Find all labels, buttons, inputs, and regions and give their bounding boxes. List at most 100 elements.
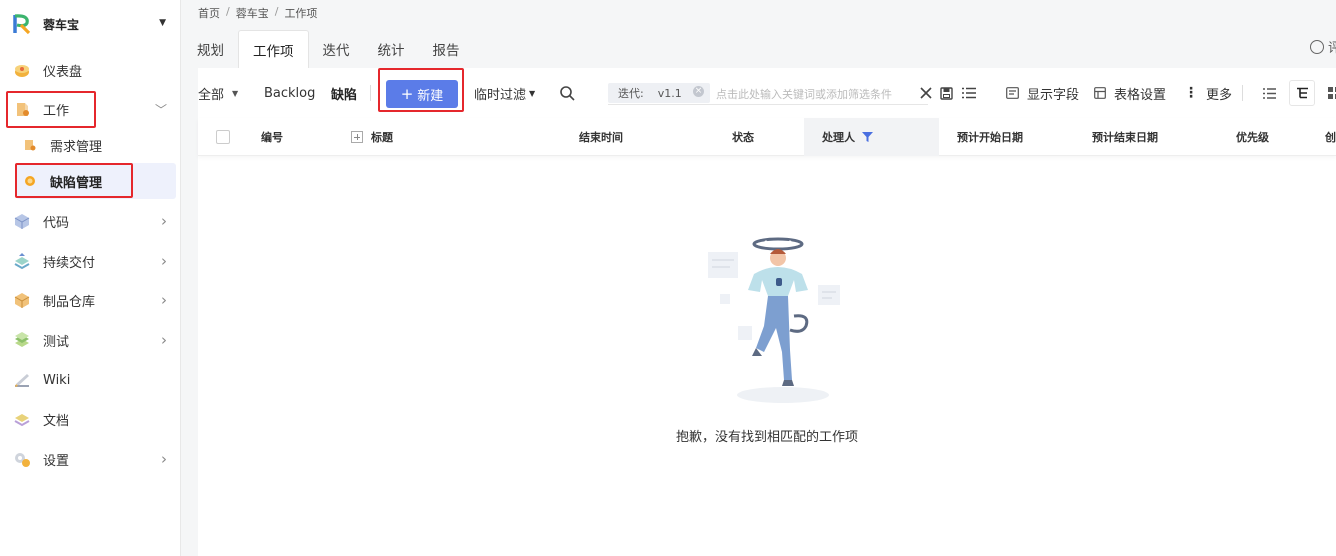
sidebar-item-testing[interactable]: 测试 ›: [0, 322, 181, 358]
column-header-label: 状态: [732, 131, 754, 144]
chevron-right-icon[interactable]: ›: [161, 450, 167, 468]
show-fields-button[interactable]: 显示字段: [1006, 68, 1079, 118]
empty-state-message: 抱歉，没有找到相匹配的工作项: [675, 430, 858, 445]
expand-all-icon[interactable]: [351, 131, 363, 143]
sidebar-subitem-defects[interactable]: 缺陷管理: [16, 163, 176, 199]
more-button[interactable]: ⋮ 更多: [1184, 68, 1232, 118]
code-icon: [14, 214, 30, 229]
tree-view-icon[interactable]: [1289, 80, 1315, 106]
tab-label: 报告: [432, 43, 460, 59]
sidebar: 蓉车宝 ▼ 仪表盘 工作 ﹀ 需求管理 缺陷管理 代码 › 持续交付 › 制品仓…: [0, 0, 181, 556]
column-header-planned-end[interactable]: 预计结束日期: [1092, 118, 1158, 156]
column-header-id[interactable]: 编号: [261, 118, 283, 156]
sidebar-subitem-requirements[interactable]: 需求管理: [16, 127, 176, 163]
toolbar: 全部 ▼ Backlog 缺陷 + 新建 临时过滤 ▼ 迭代: v1.1 × 点…: [198, 68, 1336, 118]
temp-filter-dropdown[interactable]: 临时过滤 ▼: [474, 68, 535, 118]
column-header-planned-start[interactable]: 预计开始日期: [957, 118, 1023, 156]
filter-backlog-label: Backlog: [264, 85, 316, 101]
filter-chip-iteration[interactable]: 迭代: v1.1 ×: [608, 83, 710, 103]
tab-statistics[interactable]: 统计: [364, 30, 419, 68]
column-header-label: 标题: [371, 131, 393, 144]
breadcrumb-separator: /: [226, 5, 230, 18]
column-header-end-time[interactable]: 结束时间: [579, 118, 623, 156]
filter-defect[interactable]: 缺陷: [331, 68, 357, 118]
project-switcher[interactable]: 蓉车宝 ▼: [12, 12, 172, 36]
table-header: 编号 标题 结束时间 状态 处理人 预计开始日期 预计结束日期 优先级 创: [198, 118, 1336, 156]
fields-icon: [1006, 87, 1019, 99]
column-header-status[interactable]: 状态: [732, 118, 754, 156]
column-header-label: 预计结束日期: [1092, 131, 1158, 144]
sidebar-subitem-label: 缺陷管理: [50, 175, 103, 191]
tab-planning[interactable]: 规划: [197, 30, 238, 68]
column-header-label: 结束时间: [579, 131, 623, 144]
sidebar-item-continuous-delivery[interactable]: 持续交付 ›: [0, 243, 181, 279]
chip-label: 迭代:: [618, 87, 644, 100]
breadcrumb-project[interactable]: 蓉车宝: [236, 5, 269, 21]
sidebar-item-code[interactable]: 代码 ›: [0, 203, 181, 239]
column-header-label: 预计开始日期: [957, 131, 1023, 144]
column-header-created[interactable]: 创: [1325, 118, 1336, 156]
tab-iterations[interactable]: 迭代: [309, 30, 364, 68]
main-area: 首页 / 蓉车宝 / 工作项 评价 规划 工作项 迭代 统计 报告 全部 ▼ B…: [181, 0, 1336, 556]
new-button-label: 新建: [417, 88, 444, 104]
show-fields-label: 显示字段: [1027, 87, 1080, 103]
chevron-right-icon[interactable]: ›: [161, 252, 167, 270]
column-header-assignee[interactable]: 处理人: [804, 118, 939, 156]
clear-filter-icon[interactable]: [920, 68, 932, 118]
select-all-checkbox[interactable]: [216, 118, 230, 156]
tab-reports[interactable]: 报告: [419, 30, 474, 68]
grid-view-icon[interactable]: [1328, 68, 1336, 118]
save-filter-icon[interactable]: [940, 68, 953, 118]
caret-down-icon[interactable]: ▼: [159, 18, 166, 28]
plus-icon: +: [400, 84, 414, 103]
new-button[interactable]: + 新建: [386, 80, 458, 108]
search-icon[interactable]: [559, 68, 575, 118]
filter-defect-label: 缺陷: [331, 87, 358, 103]
column-header-label: 处理人: [822, 131, 855, 144]
testing-icon: [15, 332, 29, 347]
filter-list-icon[interactable]: [962, 68, 976, 118]
chevron-right-icon[interactable]: ›: [161, 291, 167, 309]
list-view-icon[interactable]: [1263, 68, 1276, 118]
chevron-right-icon[interactable]: ›: [161, 331, 167, 349]
sidebar-item-label: Wiki: [43, 372, 71, 388]
sidebar-item-label: 文档: [43, 413, 70, 429]
column-header-label: 优先级: [1236, 131, 1269, 144]
sidebar-item-settings[interactable]: 设置 ›: [0, 441, 181, 477]
column-header-priority[interactable]: 优先级: [1236, 118, 1269, 156]
sidebar-subitem-label: 需求管理: [50, 139, 103, 155]
project-logo-icon: [12, 13, 34, 35]
toolbar-divider: [1242, 85, 1243, 101]
rating-button[interactable]: 评价: [1309, 37, 1336, 56]
breadcrumb-home[interactable]: 首页: [198, 5, 220, 21]
sidebar-item-label: 制品仓库: [43, 294, 96, 310]
sidebar-item-work[interactable]: 工作 ﹀: [0, 91, 181, 127]
sidebar-item-wiki[interactable]: Wiki: [0, 362, 181, 398]
tab-work-items[interactable]: 工作项: [238, 30, 309, 68]
sidebar-item-dashboard[interactable]: 仪表盘: [0, 52, 181, 88]
filter-icon[interactable]: [862, 131, 873, 143]
chip-remove-icon[interactable]: ×: [693, 86, 704, 97]
tab-bar: 规划 工作项 迭代 统计 报告: [197, 30, 474, 68]
dashboard-icon: [15, 65, 29, 77]
breadcrumb-current: 工作项: [284, 7, 318, 20]
chevron-right-icon[interactable]: ›: [161, 212, 167, 230]
empty-state-illustration: [708, 237, 840, 403]
table-settings-button[interactable]: 表格设置: [1094, 68, 1166, 118]
caret-down-icon: ▼: [529, 88, 536, 98]
more-vertical-icon: ⋮: [1184, 85, 1198, 101]
column-header-title[interactable]: 标题: [351, 118, 393, 156]
chevron-down-icon[interactable]: ﹀: [155, 101, 167, 118]
chip-value: v1.1: [657, 86, 682, 100]
bug-icon: [25, 176, 35, 186]
filter-backlog[interactable]: Backlog: [264, 68, 315, 118]
sidebar-item-docs[interactable]: 文档: [0, 401, 181, 437]
work-items-panel: 全部 ▼ Backlog 缺陷 + 新建 临时过滤 ▼ 迭代: v1.1 × 点…: [198, 68, 1336, 556]
search-filter-input[interactable]: 迭代: v1.1 × 点击此处输入关键词或添加筛选条件: [608, 83, 928, 105]
more-label: 更多: [1206, 87, 1233, 103]
sidebar-item-artifact-repo[interactable]: 制品仓库 ›: [0, 282, 181, 318]
tab-label: 迭代: [322, 43, 350, 59]
caret-down-icon: ▼: [232, 88, 239, 98]
package-icon: [14, 293, 30, 308]
filter-all-dropdown[interactable]: 全部 ▼: [198, 68, 238, 118]
